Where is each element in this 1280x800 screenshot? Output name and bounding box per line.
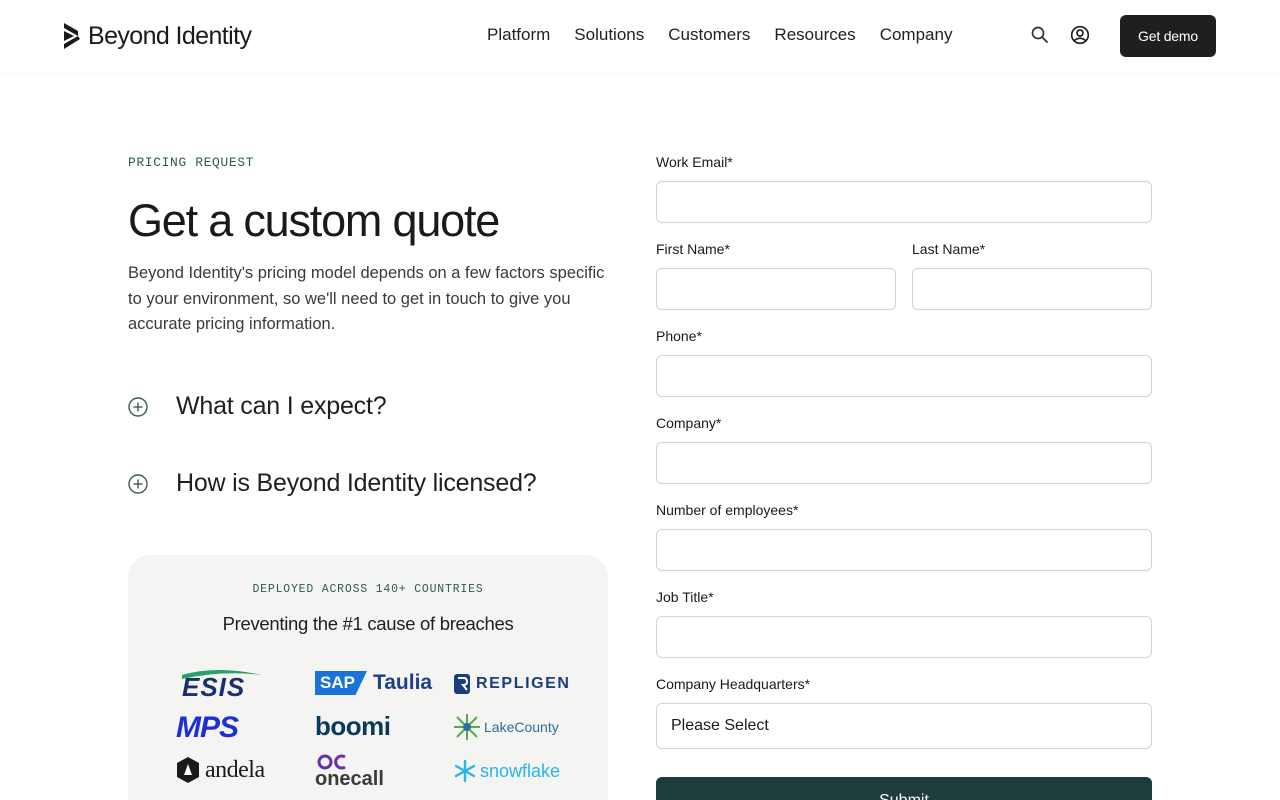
job-title-input[interactable]: [656, 616, 1152, 658]
nav-resources[interactable]: Resources: [774, 25, 855, 45]
snowflake-logo: snowflake: [453, 759, 560, 783]
logos-eyebrow: DEPLOYED ACROSS 140+ COUNTRIES: [252, 583, 484, 596]
andela-logo: andela: [176, 756, 265, 784]
faq-what-to-expect[interactable]: What can I expect?: [128, 392, 387, 421]
esis-logo: ESIS: [176, 667, 272, 702]
nav-platform[interactable]: Platform: [487, 25, 550, 45]
work-email-input[interactable]: [656, 181, 1152, 223]
brand-logo[interactable]: Beyond Identity: [64, 21, 252, 50]
customer-logos-card: DEPLOYED ACROSS 140+ COUNTRIES Preventin…: [128, 555, 608, 800]
nav-solutions[interactable]: Solutions: [574, 25, 644, 45]
search-icon[interactable]: [1030, 25, 1050, 45]
repligen-logo: REPLIGEN: [454, 674, 571, 694]
work-email-label: Work Email*: [656, 154, 733, 170]
submit-button[interactable]: Submit: [656, 777, 1152, 800]
last-name-input[interactable]: [912, 268, 1152, 310]
intro-paragraph: Beyond Identity's pricing model depends …: [128, 264, 605, 333]
employees-input[interactable]: [656, 529, 1152, 571]
site-header: Beyond Identity Platform Solutions Custo…: [0, 0, 1280, 72]
boomi-logo: boomi: [315, 711, 391, 741]
company-input[interactable]: [656, 442, 1152, 484]
company-label: Company*: [656, 415, 722, 431]
hq-select[interactable]: Please Select: [656, 703, 1152, 749]
phone-input[interactable]: [656, 355, 1152, 397]
user-circle-icon[interactable]: [1070, 25, 1090, 45]
nav-company[interactable]: Company: [880, 25, 953, 45]
plus-circle-icon: [128, 473, 148, 494]
employees-label: Number of employees*: [656, 502, 799, 518]
snowflake-icon: [454, 759, 476, 783]
plus-circle-icon: [128, 396, 148, 417]
faq-label: How is Beyond Identity licensed?: [176, 469, 537, 497]
job-title-label: Job Title*: [656, 589, 714, 605]
repligen-mark-icon: [454, 674, 470, 694]
beyond-identity-logo-icon: [64, 23, 80, 49]
hq-label: Company Headquarters*: [656, 676, 811, 692]
phone-label: Phone*: [656, 328, 702, 344]
hq-select-value: Please Select: [671, 717, 769, 734]
first-name-label: First Name*: [656, 241, 730, 257]
main-nav: Platform Solutions Customers Resources C…: [487, 25, 952, 45]
andela-hexagon-icon: [177, 757, 199, 783]
nav-customers[interactable]: Customers: [668, 25, 750, 45]
faq-licensing[interactable]: How is Beyond Identity licensed?: [128, 469, 537, 498]
brand-name: Beyond Identity: [88, 21, 252, 50]
page-title: Get a custom quote: [128, 195, 500, 246]
logos-title: Preventing the #1 cause of breaches: [222, 613, 514, 634]
sap-taulia-logo: SAP Taulia: [315, 671, 432, 695]
lake-county-burst-icon: [454, 714, 480, 740]
get-demo-button[interactable]: Get demo: [1120, 15, 1216, 57]
mps-logo: MPS: [176, 711, 239, 744]
lake-county-logo: LakeCounty: [453, 713, 559, 741]
last-name-label: Last Name*: [912, 241, 986, 257]
pricing-eyebrow: PRICING REQUEST: [128, 155, 255, 170]
first-name-input[interactable]: [656, 268, 896, 310]
faq-label: What can I expect?: [176, 392, 387, 420]
onecall-logo: onecall: [315, 754, 384, 789]
